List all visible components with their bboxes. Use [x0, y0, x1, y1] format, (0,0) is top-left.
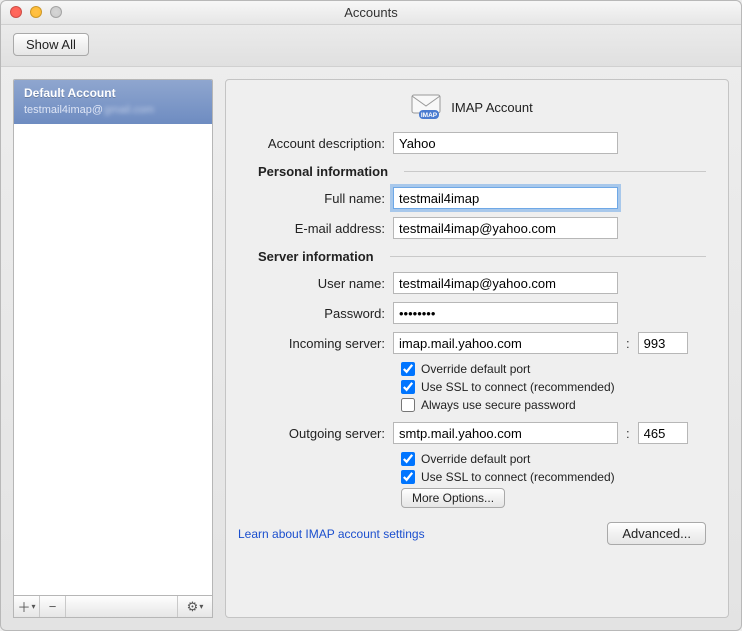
minimize-icon[interactable] [30, 6, 42, 18]
outgoing-override-port-checkbox[interactable] [401, 452, 415, 466]
section-personal: Personal information [238, 164, 396, 179]
label-ssl-1: Use SSL to connect (recommended) [421, 380, 615, 394]
incoming-port-input[interactable] [638, 332, 688, 354]
incoming-server-input[interactable] [393, 332, 618, 354]
account-list[interactable]: Default Account testmail4imap@gmail.com [13, 79, 213, 596]
label-override-1: Override default port [421, 362, 530, 376]
outgoing-server-input[interactable] [393, 422, 618, 444]
label-email: E-mail address: [238, 221, 393, 236]
incoming-override-port-checkbox[interactable] [401, 362, 415, 376]
account-type-label: IMAP Account [451, 100, 532, 115]
label-password: Password: [238, 306, 393, 321]
password-input[interactable] [393, 302, 618, 324]
gear-icon[interactable]: ⚙▾ [178, 596, 212, 617]
advanced-button[interactable]: Advanced... [607, 522, 706, 545]
remove-account-button[interactable]: − [40, 596, 66, 617]
window-title: Accounts [344, 5, 397, 20]
svg-text:IMAP: IMAP [421, 112, 438, 119]
email-address-input[interactable] [393, 217, 618, 239]
incoming-secure-password-checkbox[interactable] [401, 398, 415, 412]
account-description-input[interactable] [393, 132, 618, 154]
full-name-input[interactable] [393, 187, 618, 209]
outgoing-use-ssl-checkbox[interactable] [401, 470, 415, 484]
add-account-button[interactable]: ＋▾ [14, 596, 40, 617]
zoom-icon[interactable] [50, 6, 62, 18]
sidebar: Default Account testmail4imap@gmail.com … [13, 79, 213, 618]
more-options-button[interactable]: More Options... [401, 488, 505, 508]
outgoing-port-input[interactable] [638, 422, 688, 444]
label-description: Account description: [238, 136, 393, 151]
label-incoming: Incoming server: [238, 336, 393, 351]
label-fullname: Full name: [238, 191, 393, 206]
titlebar: Accounts [1, 1, 741, 25]
sidebar-footer: ＋▾ − ⚙▾ [13, 596, 213, 618]
toolbar: Show All [1, 25, 741, 67]
show-all-button[interactable]: Show All [13, 33, 89, 56]
label-override-2: Override default port [421, 452, 530, 466]
incoming-use-ssl-checkbox[interactable] [401, 380, 415, 394]
section-server: Server information [238, 249, 382, 264]
account-type-header: IMAP IMAP Account [238, 94, 706, 120]
account-title: Default Account [24, 86, 202, 100]
sidebar-item-default-account[interactable]: Default Account testmail4imap@gmail.com [14, 80, 212, 124]
window-controls [10, 6, 62, 18]
label-outgoing: Outgoing server: [238, 426, 393, 441]
label-ssl-2: Use SSL to connect (recommended) [421, 470, 615, 484]
account-details: IMAP IMAP Account Account description: P… [225, 79, 729, 618]
accounts-window: Accounts Show All Default Account testma… [0, 0, 742, 631]
imap-account-icon: IMAP [411, 94, 441, 120]
user-name-input[interactable] [393, 272, 618, 294]
account-email: testmail4imap@gmail.com [24, 104, 202, 116]
label-username: User name: [238, 276, 393, 291]
close-icon[interactable] [10, 6, 22, 18]
learn-imap-link[interactable]: Learn about IMAP account settings [238, 527, 425, 541]
content: Default Account testmail4imap@gmail.com … [1, 67, 741, 630]
label-secure: Always use secure password [421, 398, 576, 412]
